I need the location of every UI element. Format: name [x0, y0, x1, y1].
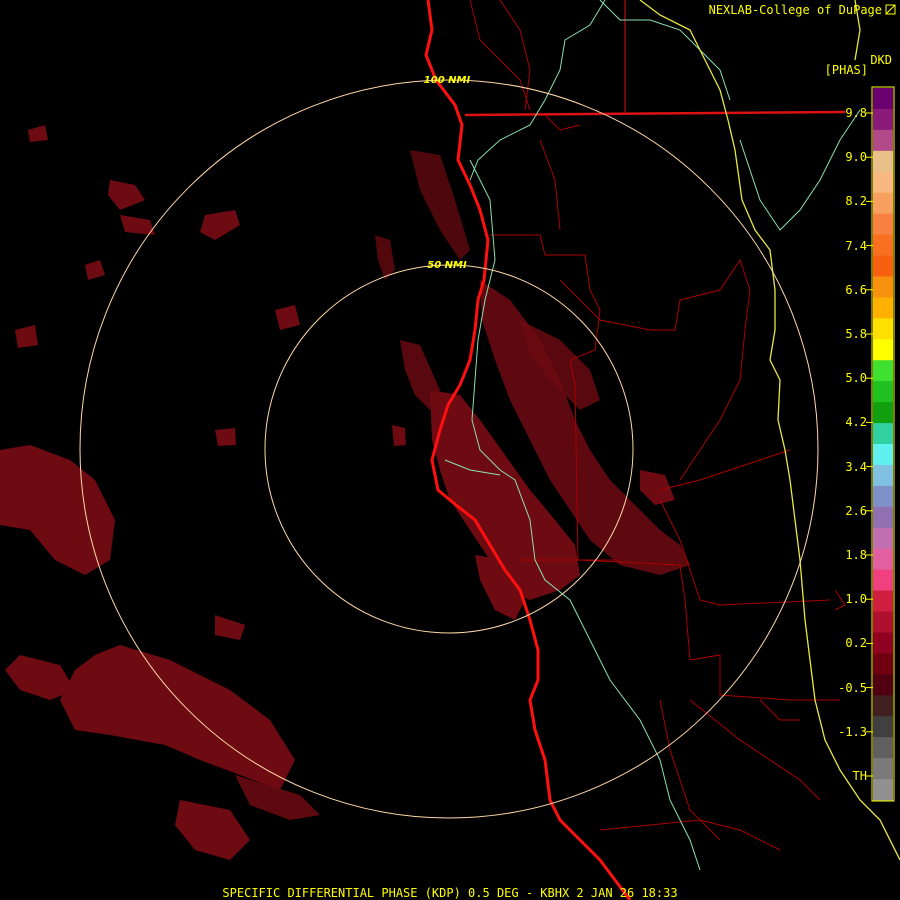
colorbar-swatch	[873, 88, 893, 110]
colorbar-label: 4.2	[845, 415, 867, 430]
colorbar-swatch	[873, 695, 893, 717]
colorbar-label: 0.2	[845, 636, 867, 651]
credit-text: NEXLAB-College of DuPage	[708, 3, 882, 17]
product-units: [PHAS]	[824, 63, 868, 77]
product-code: DKD	[870, 53, 892, 67]
echo-nw-1	[108, 180, 145, 210]
colorbar-label: 8.2	[845, 194, 867, 209]
nexlab-logo-icon	[885, 4, 896, 15]
colorbar-swatch	[873, 129, 893, 152]
colorbar-swatch	[873, 297, 893, 319]
colorbar-label: 3.4	[845, 459, 867, 474]
colorbar-swatch	[873, 318, 893, 340]
echo-nw-8	[215, 428, 236, 446]
colorbar-label: 9.8	[845, 106, 867, 120]
colorbar-label: -0.5	[838, 680, 867, 695]
product-caption: SPECIFIC DIFFERENTIAL PHASE (KDP) 0.5 DE…	[222, 886, 678, 900]
range-ring-label-100: 100 NMI	[424, 75, 471, 86]
echo-offshore-1	[400, 340, 440, 410]
echo-layer	[0, 125, 690, 860]
echo-nw-5	[85, 260, 105, 280]
echo-nw-4	[15, 325, 38, 348]
colorbar-swatch	[873, 108, 893, 131]
colorbar-swatch	[873, 402, 893, 424]
colorbar-swatch	[873, 171, 893, 194]
colorbar-label: TH	[852, 769, 867, 783]
colorbar-swatch	[873, 464, 893, 487]
colorbar-swatch	[873, 423, 893, 445]
echo-nw-6	[120, 215, 155, 235]
radar-map: 50 NMI 100 NMI	[0, 0, 900, 900]
range-ring-label-50: 50 NMI	[427, 260, 467, 271]
echo-nw-3	[28, 125, 48, 142]
colorbar-swatch	[873, 674, 893, 696]
colorbar-label: 6.6	[845, 282, 867, 297]
colorbar-swatch	[873, 192, 893, 215]
colorbar-swatch	[873, 548, 893, 571]
colorbar-swatch	[873, 150, 893, 173]
colorbar-swatch	[873, 569, 893, 592]
colorbar-label: 7.4	[845, 238, 867, 253]
echo-southwest	[60, 645, 295, 790]
colorbar-swatch	[873, 779, 893, 801]
echo-southwest-4	[175, 800, 250, 860]
colorbar-swatch	[873, 737, 893, 759]
echo-nw-7	[275, 305, 300, 330]
colorbar-label: 5.0	[845, 371, 867, 386]
colorbar-swatch	[873, 255, 893, 277]
colorbar-label: 5.8	[845, 327, 867, 341]
colorbar-swatch	[873, 381, 893, 403]
echo-southwest-2	[5, 655, 75, 700]
echo-offshore-2	[375, 235, 395, 280]
echo-nw-2	[200, 210, 240, 240]
colorbar-swatch	[873, 485, 893, 508]
colorbar-swatch	[873, 276, 893, 298]
colorbar-swatch	[873, 653, 893, 675]
colorbar-swatch	[873, 632, 893, 654]
colorbar-label: 2.6	[845, 503, 867, 518]
colorbar-label: -1.3	[838, 724, 867, 739]
colorbar-label: 9.0	[845, 150, 867, 165]
radar-display: 50 NMI 100 NMI NEXLAB-College of DuPage …	[0, 0, 900, 900]
state-border	[464, 0, 846, 117]
colorbar	[871, 86, 895, 802]
colorbar-swatch	[873, 339, 893, 361]
colorbar-swatch	[873, 360, 893, 382]
colorbar-swatch	[873, 506, 893, 529]
colorbar-swatch	[873, 716, 893, 738]
colorbar-label: 1.0	[845, 592, 867, 607]
colorbar-swatch	[873, 611, 893, 633]
echo-offshore-3	[392, 425, 406, 446]
colorbar-swatch	[873, 758, 893, 780]
echo-southwest-3	[215, 615, 245, 640]
colorbar-swatch	[873, 527, 893, 550]
colorbar-swatch	[873, 590, 893, 613]
colorbar-swatch	[873, 234, 893, 257]
colorbar-label: 1.8	[845, 548, 867, 562]
colorbar-swatch	[873, 444, 893, 466]
rivers	[444, 0, 861, 871]
colorbar-swatch	[873, 213, 893, 236]
